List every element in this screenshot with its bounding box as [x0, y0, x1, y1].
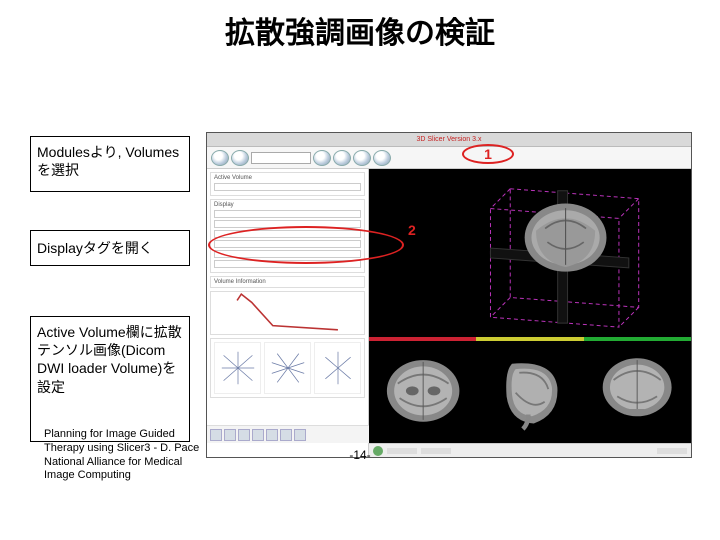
- app-screenshot: 3D Slicer Version 3.x Active Volume Disp…: [206, 132, 692, 458]
- module-panel: Active Volume Display Volume Information: [207, 169, 369, 457]
- panel-section-active-volume: Active Volume: [210, 172, 365, 196]
- callout-step-1: Modulesより, Volumesを選択: [30, 136, 190, 192]
- footer-credit: Planning for Image Guided Therapy using …: [44, 428, 244, 483]
- 3d-view[interactable]: [369, 169, 691, 337]
- credit-line: National Alliance for Medical: [44, 456, 244, 470]
- panel-icon[interactable]: [294, 429, 306, 441]
- credit-line: Therapy using Slicer3 - D. Pace: [44, 442, 244, 456]
- panel-icon[interactable]: [266, 429, 278, 441]
- credit-line: Planning for Image Guided: [44, 428, 244, 442]
- sagittal-slice-view[interactable]: [476, 337, 583, 443]
- page-number: -14-: [349, 448, 370, 462]
- modules-dropdown[interactable]: [251, 152, 311, 164]
- status-segment: [657, 448, 687, 454]
- toolbar-button[interactable]: [353, 150, 371, 166]
- display-label: Display: [214, 202, 361, 208]
- callout-step-3: Active Volume欄に拡散テンソル画像(Dicom DWI loader…: [30, 316, 190, 442]
- window-titlebar: 3D Slicer Version 3.x: [207, 133, 691, 147]
- display-field[interactable]: [214, 260, 361, 268]
- display-field[interactable]: [214, 220, 361, 228]
- panel-icon[interactable]: [280, 429, 292, 441]
- slide-title: 拡散強調画像の検証: [0, 0, 720, 58]
- app-body: Active Volume Display Volume Information: [207, 169, 691, 457]
- display-field[interactable]: [214, 250, 361, 258]
- status-segment: [387, 448, 417, 454]
- slide-content: Modulesより, Volumesを選択 Displayタグを開く Activ…: [0, 58, 720, 478]
- toolbar-button[interactable]: [231, 150, 249, 166]
- gradient-cell: [214, 342, 261, 394]
- axial-slice-view[interactable]: [369, 337, 476, 443]
- panel-section-display: Display: [210, 199, 365, 273]
- toolbar-button[interactable]: [211, 150, 229, 166]
- toolbar-button[interactable]: [313, 150, 331, 166]
- credit-line: Image Computing: [44, 469, 244, 483]
- histogram-curve: [210, 291, 365, 335]
- callout-step-2: Displayタグを開く: [30, 230, 190, 266]
- app-toolbar: [207, 147, 691, 169]
- toolbar-button[interactable]: [333, 150, 351, 166]
- status-segment: [421, 448, 451, 454]
- toolbar-button[interactable]: [373, 150, 391, 166]
- gradient-directions: [210, 338, 365, 398]
- gradient-cell: [314, 342, 361, 394]
- display-field[interactable]: [214, 210, 361, 218]
- panel-section-info: Volume Information: [210, 276, 365, 288]
- annotation-marker-2: 2: [408, 222, 416, 238]
- gradient-cell: [264, 342, 311, 394]
- coronal-slice-view[interactable]: [584, 337, 691, 443]
- display-field[interactable]: [214, 230, 361, 238]
- status-bar: [369, 443, 691, 457]
- status-icon: [373, 446, 383, 456]
- display-field[interactable]: [214, 240, 361, 248]
- active-volume-label: Active Volume: [214, 175, 361, 181]
- info-label: Volume Information: [214, 279, 361, 285]
- panel-icon[interactable]: [252, 429, 264, 441]
- slice-views: [369, 337, 691, 443]
- active-volume-select[interactable]: [214, 183, 361, 191]
